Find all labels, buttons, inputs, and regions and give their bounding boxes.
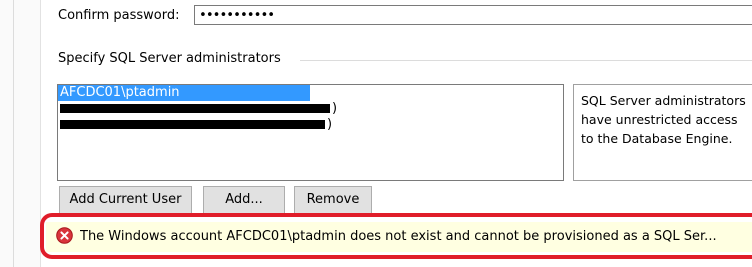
error-x-icon	[56, 227, 73, 244]
group-separator	[300, 60, 752, 61]
administrators-list[interactable]: AFCDC01\ptadmin ) )	[57, 84, 564, 181]
add-current-user-button[interactable]: Add Current User	[59, 186, 192, 214]
list-item[interactable]: )	[58, 101, 563, 117]
redaction-mark	[60, 120, 325, 129]
confirm-password-label: Confirm password:	[58, 8, 180, 23]
rail-divider	[13, 0, 14, 267]
list-item-label: AFCDC01\ptadmin	[60, 85, 180, 100]
list-item-label: )	[332, 101, 338, 116]
list-item[interactable]: AFCDC01\ptadmin	[58, 85, 310, 101]
list-item-label: )	[327, 117, 333, 132]
error-message-text: The Windows account AFCDC01\ptadmin does…	[80, 229, 717, 244]
administrators-description: SQL Server administrators have unrestric…	[573, 84, 752, 181]
redaction-mark	[60, 104, 330, 113]
left-rail	[0, 0, 41, 267]
add-button[interactable]: Add...	[203, 186, 285, 214]
confirm-password-field[interactable]: •••••••••••	[194, 5, 752, 25]
administrators-group-title: Specify SQL Server administrators	[58, 51, 287, 66]
list-item[interactable]: )	[58, 117, 563, 133]
remove-button[interactable]: Remove	[294, 186, 372, 214]
